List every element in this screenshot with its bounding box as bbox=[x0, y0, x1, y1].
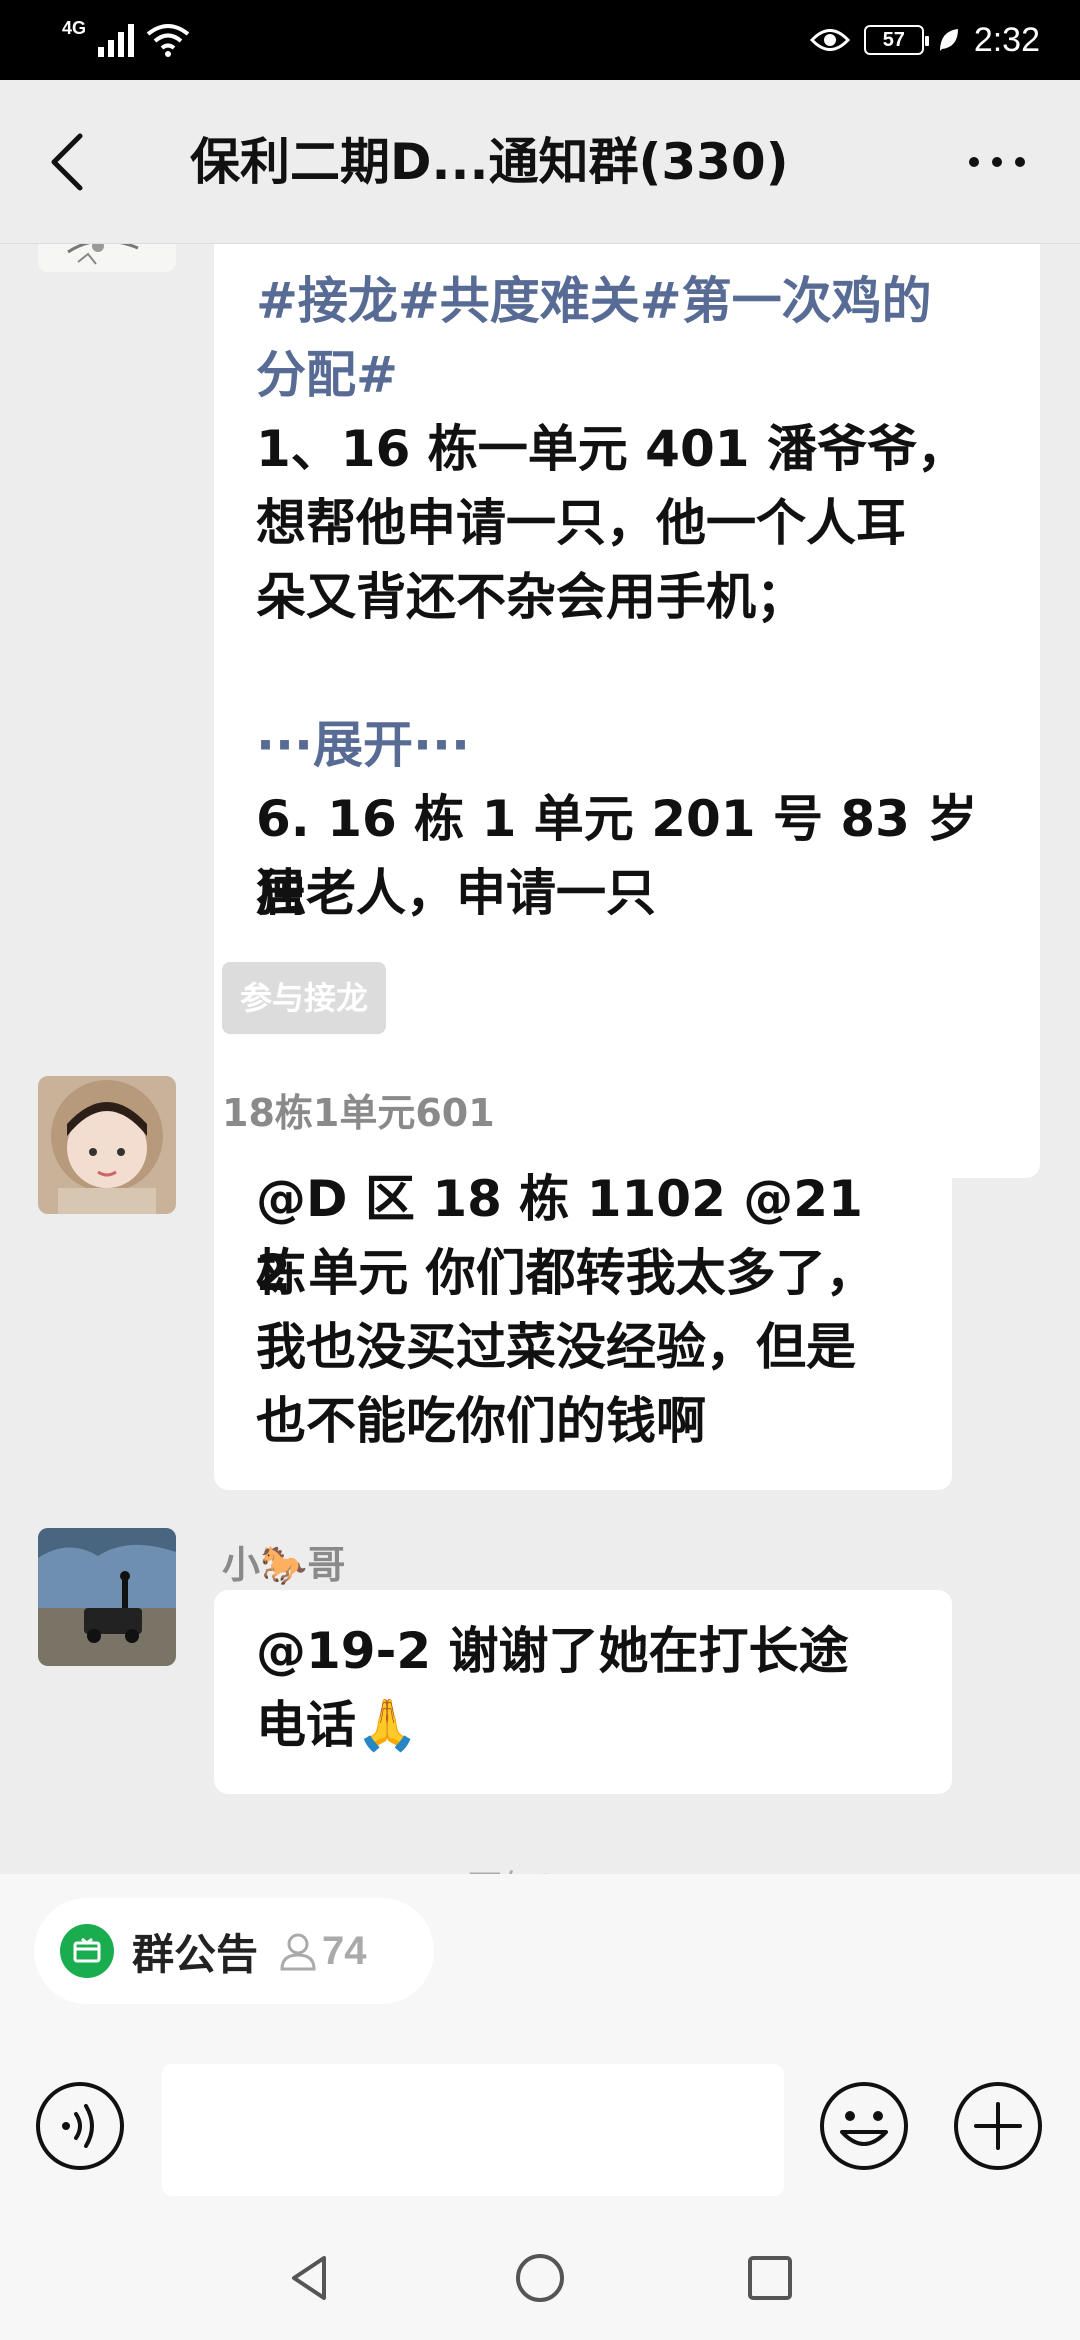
avatar[interactable] bbox=[38, 244, 176, 272]
message-line: 电话🙏 bbox=[256, 1696, 419, 1754]
nav-home-button[interactable] bbox=[510, 2248, 570, 2308]
message-line: 居老人，申请一只 bbox=[256, 864, 656, 922]
system-nav-bar bbox=[0, 2224, 1080, 2340]
message-line: 我也没买过菜没经验，但是 bbox=[256, 1318, 856, 1376]
message-bubble[interactable]: #接龙#共度难关#第一次鸡的 分配# 1、16 栋一单元 401 潘爷爷， 想帮… bbox=[214, 244, 1040, 1178]
status-bar: 4G 57 2:32 bbox=[0, 0, 1080, 80]
signal-icon bbox=[98, 24, 135, 57]
more-dots-icon bbox=[969, 157, 1025, 167]
message-list[interactable]: #接龙#共度难关#第一次鸡的 分配# 1、16 栋一单元 401 潘爷爷， 想帮… bbox=[0, 244, 1080, 1874]
triangle-back-icon bbox=[292, 2256, 326, 2300]
sender-name: 小🐎哥 bbox=[222, 1543, 346, 1587]
message-bubble[interactable]: @D 区 18 栋 1102 @21 栋 2 单元 你们都转我太多了， 我也没买… bbox=[214, 1138, 952, 1490]
square-recents-icon bbox=[748, 2256, 792, 2300]
join-chain-button[interactable]: 参与接龙 bbox=[222, 962, 386, 1034]
participant-count-value: 74 bbox=[322, 1928, 367, 1973]
message-line[interactable]: #接龙#共度难关#第一次鸡的 bbox=[256, 264, 998, 338]
leaf-icon bbox=[939, 29, 958, 51]
chevron-left-icon bbox=[51, 133, 83, 191]
chat-title: 保利二期D...通知群(330) bbox=[190, 133, 789, 191]
battery-indicator: 57 bbox=[863, 25, 929, 55]
message-line: 也不能吃你们的钱啊 bbox=[256, 1392, 706, 1450]
circle-home-icon bbox=[516, 2254, 564, 2302]
emoji-button[interactable] bbox=[818, 2080, 910, 2172]
avatar[interactable] bbox=[38, 1076, 176, 1214]
message-bubble[interactable]: @19-2 谢谢了她在打长途 电话🙏 bbox=[214, 1590, 952, 1794]
avatar[interactable] bbox=[38, 1528, 176, 1666]
message-input[interactable] bbox=[162, 2064, 784, 2196]
voice-button[interactable] bbox=[34, 2080, 126, 2172]
nav-recents-button[interactable] bbox=[740, 2248, 800, 2308]
smiley-icon bbox=[820, 2082, 908, 2170]
message-line: @D 区 18 栋 1102 @21 栋 bbox=[256, 1170, 863, 1302]
expand-link[interactable]: ···展开··· bbox=[256, 708, 998, 782]
sender-name: 18栋1单元601 bbox=[222, 1091, 495, 1135]
message-line: 2 单元 你们都转我太多了， bbox=[256, 1244, 876, 1302]
participant-count: 74 bbox=[278, 1929, 367, 1974]
message-line: @19-2 谢谢了她在打长途 bbox=[256, 1622, 849, 1680]
wifi-icon bbox=[146, 24, 190, 57]
announcement-icon bbox=[60, 1924, 114, 1978]
person-icon bbox=[280, 1933, 316, 1971]
girl-avatar-image bbox=[38, 1076, 176, 1214]
more-functions-button[interactable] bbox=[952, 2080, 1044, 2172]
message-line: 6. 16 栋 1 单元 201 号 83 岁独 bbox=[256, 790, 978, 922]
clock: 2:32 bbox=[973, 20, 1040, 59]
ink-painting-avatar-image bbox=[38, 244, 176, 272]
eye-icon bbox=[809, 29, 850, 51]
message-line: 想帮他申请一只，他一个人耳 bbox=[256, 494, 906, 552]
back-button[interactable] bbox=[34, 120, 104, 204]
message-line bbox=[256, 634, 998, 708]
message-line: 朵又背还不杂会用手机； bbox=[256, 568, 806, 626]
voice-icon bbox=[36, 2082, 124, 2170]
nav-back-button[interactable] bbox=[280, 2248, 340, 2308]
group-announcement-button[interactable]: 群公告 74 bbox=[34, 1898, 434, 2004]
plus-circle-icon bbox=[954, 2082, 1042, 2170]
network-type: 4G bbox=[62, 18, 87, 38]
battery-level: 57 bbox=[882, 28, 905, 51]
message-line[interactable]: 分配# bbox=[256, 338, 998, 412]
announcement-label: 群公告 bbox=[132, 1929, 259, 1979]
more-button[interactable] bbox=[952, 120, 1042, 204]
message-line: 1、16 栋一单元 401 潘爷爷， bbox=[256, 420, 967, 478]
landscape-avatar-image bbox=[38, 1528, 176, 1666]
timestamp: 下午2:33 bbox=[0, 1860, 1080, 1874]
chat-header: 保利二期D...通知群(330) bbox=[0, 80, 1080, 244]
